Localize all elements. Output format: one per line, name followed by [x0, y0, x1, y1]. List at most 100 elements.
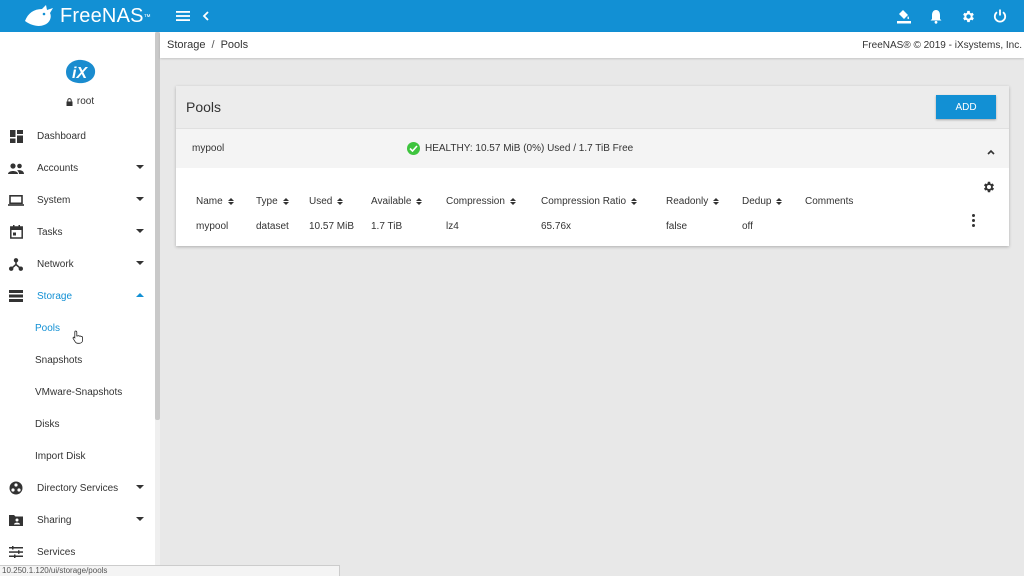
- column-header-label: Compression: [446, 196, 505, 207]
- chevron-down-icon: [136, 165, 144, 169]
- column-header-readonly[interactable]: Readonly: [666, 196, 720, 207]
- topbar-actions: [888, 0, 1016, 32]
- breadcrumb-separator: /: [211, 39, 215, 51]
- column-header-compression[interactable]: Compression: [446, 196, 516, 207]
- cell-compression: lz4: [446, 221, 459, 232]
- sidebar-item-services[interactable]: Services: [0, 536, 160, 568]
- laptop-icon: [8, 192, 24, 208]
- gear-icon: [962, 10, 974, 22]
- sidebar-item-label: System: [37, 194, 71, 206]
- sidebar-subitem-disks[interactable]: Disks: [0, 408, 160, 440]
- breadcrumb-pools[interactable]: Pools: [221, 39, 249, 51]
- menu-toggle-button[interactable]: [170, 0, 196, 32]
- column-header-comments[interactable]: Comments: [805, 196, 853, 207]
- sidebar-item-label: Sharing: [37, 514, 72, 526]
- bell-icon: [930, 9, 942, 24]
- sidebar-item-accounts[interactable]: Accounts: [0, 152, 160, 184]
- column-header-label: Available: [371, 196, 412, 207]
- sidebar-item-label: Tasks: [37, 226, 63, 238]
- network-icon: [8, 256, 24, 272]
- sidebar-subitem-label: VMware-Snapshots: [35, 386, 123, 398]
- sidebar-item-dashboard[interactable]: Dashboard: [0, 120, 160, 152]
- ix-logo-icon: iX: [66, 59, 96, 84]
- sidebar-subitem-label: Pools: [35, 322, 61, 334]
- pool-header-row[interactable]: mypool HEALTHY: 10.57 MiB (0%) Used / 1.…: [176, 128, 1009, 168]
- cell-name: mypool: [196, 221, 229, 232]
- chevron-up-icon: [136, 293, 144, 297]
- sort-icon: [282, 198, 289, 205]
- column-header-available[interactable]: Available: [371, 196, 423, 207]
- settings-button[interactable]: [952, 0, 984, 32]
- page-title: Pools: [186, 99, 222, 115]
- chevron-down-icon: [136, 485, 144, 489]
- chevron-left-icon: [202, 11, 209, 21]
- collapse-sidebar-button[interactable]: [196, 0, 216, 32]
- sidebar-subitem-label: Import Disk: [35, 450, 86, 462]
- table-settings-button[interactable]: [982, 180, 996, 197]
- sidebar-scrollbar-thumb[interactable]: [155, 32, 160, 420]
- row-actions-button[interactable]: [972, 214, 975, 227]
- sort-icon: [416, 198, 423, 205]
- user-name: root: [66, 96, 94, 107]
- freenas-logo-icon: [25, 5, 53, 26]
- column-header-label: Dedup: [742, 196, 772, 207]
- sidebar-item-directory-services[interactable]: Directory Services: [0, 472, 160, 504]
- sidebar-item-storage[interactable]: Storage: [0, 280, 160, 312]
- sidebar-item-system[interactable]: System: [0, 184, 160, 216]
- gear-icon: [983, 181, 995, 193]
- column-header-compression-ratio[interactable]: Compression Ratio: [541, 196, 638, 207]
- column-header-label: Readonly: [666, 196, 709, 207]
- sidebar-subitem-label: Snapshots: [35, 354, 83, 366]
- tune-icon: [8, 544, 24, 560]
- cell-available: 1.7 TiB: [371, 221, 403, 232]
- brand[interactable]: FreeNAS ™: [0, 0, 160, 32]
- collapse-pool-button[interactable]: [987, 144, 995, 158]
- column-header-label: Compression Ratio: [541, 196, 627, 207]
- storage-icon: [8, 288, 24, 304]
- column-header-label: Comments: [805, 196, 854, 207]
- column-header-dedup[interactable]: Dedup: [742, 196, 783, 207]
- sidebar-subitem-import-disk[interactable]: Import Disk: [0, 440, 160, 472]
- sidebar-subitem-label: Disks: [35, 418, 60, 430]
- sidebar-item-label: Dashboard: [37, 130, 86, 142]
- sidebar-item-label: Services: [37, 546, 76, 558]
- column-header-type[interactable]: Type: [256, 196, 289, 207]
- check-circle-icon: [407, 142, 420, 155]
- cell-used: 10.57 MiB: [309, 221, 355, 232]
- column-header-name[interactable]: Name: [196, 196, 234, 207]
- sort-icon: [227, 198, 234, 205]
- sidebar-item-network[interactable]: Network: [0, 248, 160, 280]
- power-button[interactable]: [984, 0, 1016, 32]
- sort-icon: [776, 198, 783, 205]
- theme-button[interactable]: [888, 0, 920, 32]
- power-icon: [993, 9, 1007, 23]
- top-bar: FreeNAS ™: [0, 0, 1024, 32]
- sort-icon: [713, 198, 720, 205]
- sidebar-item-label: Accounts: [37, 162, 79, 174]
- pool-name: mypool: [192, 143, 225, 154]
- cell-type: dataset: [256, 221, 289, 232]
- breadcrumb-storage[interactable]: Storage: [167, 39, 206, 51]
- column-header-label: Type: [256, 196, 278, 207]
- calendar-icon: [8, 224, 24, 240]
- sidebar-item-sharing[interactable]: Sharing: [0, 504, 160, 536]
- brand-name: FreeNAS: [60, 4, 144, 27]
- sidebar-subitem-snapshots[interactable]: Snapshots: [0, 344, 160, 376]
- people-icon: [8, 160, 24, 176]
- menu-icon: [176, 11, 190, 21]
- user-name-label: root: [76, 96, 95, 107]
- sidebar-item-tasks[interactable]: Tasks: [0, 216, 160, 248]
- svg-text:iX: iX: [72, 65, 88, 82]
- sidebar-subitem-vmware-snapshots[interactable]: VMware-Snapshots: [0, 376, 160, 408]
- chevron-down-icon: [136, 517, 144, 521]
- alerts-button[interactable]: [920, 0, 952, 32]
- chevron-down-icon: [136, 229, 144, 233]
- breadcrumb: Storage / Pools FreeNAS® © 2019 - iXsyst…: [160, 32, 1024, 58]
- add-pool-button[interactable]: ADD: [936, 95, 996, 119]
- hand-cursor-icon: [72, 330, 83, 344]
- more-vert-icon: [972, 214, 975, 217]
- sort-icon: [631, 198, 638, 205]
- chevron-down-icon: [136, 197, 144, 201]
- pools-card-header: Pools ADD: [176, 86, 1009, 128]
- column-header-used[interactable]: Used: [309, 196, 344, 207]
